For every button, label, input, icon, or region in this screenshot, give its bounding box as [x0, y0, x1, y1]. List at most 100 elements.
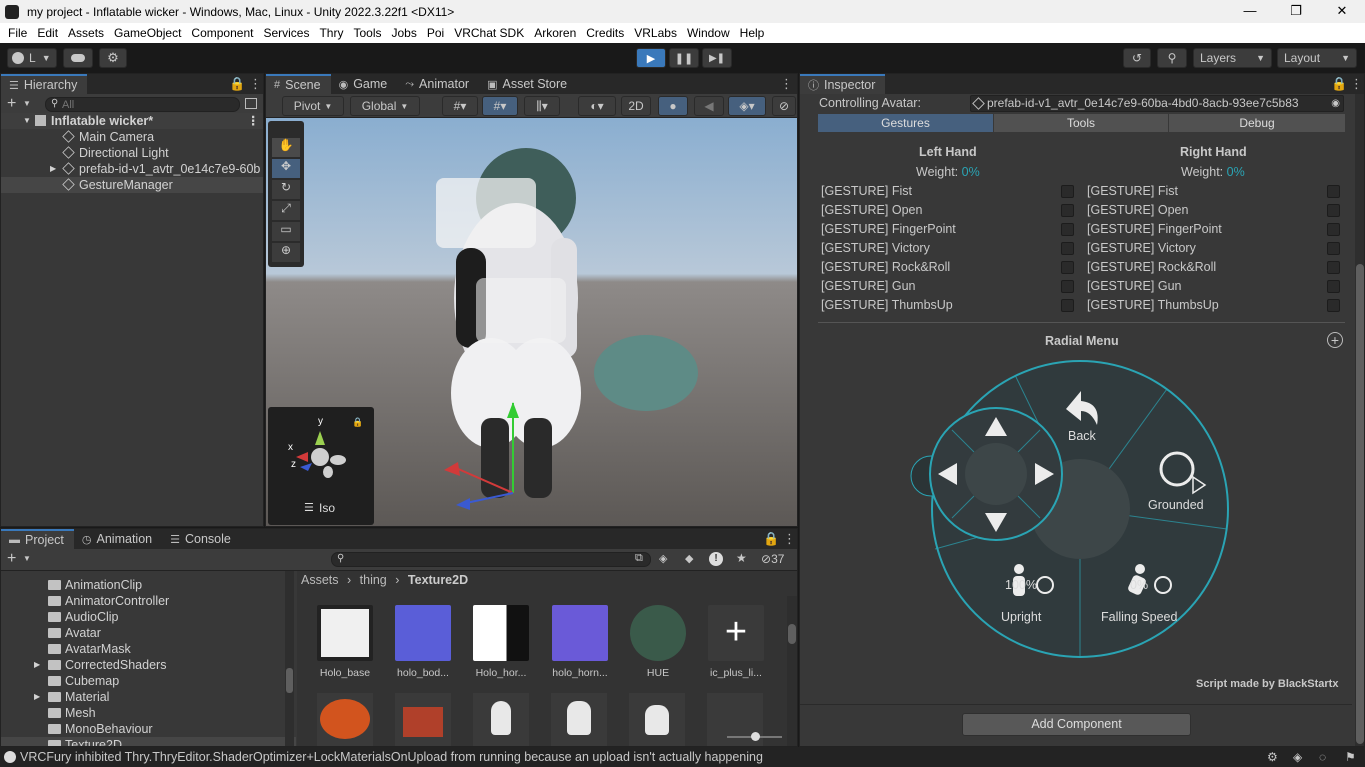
increment-snap-button[interactable]: ⫼▾	[524, 96, 560, 116]
chevron-down-icon[interactable]: ▼	[23, 99, 31, 108]
menu-poi[interactable]: Poi	[422, 26, 449, 40]
left-gesture-gun-checkbox[interactable]	[1061, 280, 1074, 293]
project-search-input[interactable]: ⚲	[331, 552, 651, 567]
menu-file[interactable]: File	[3, 26, 32, 40]
kebab-menu-icon[interactable]: ⋮	[1350, 76, 1363, 92]
radial-grounded-label[interactable]: Grounded	[1148, 498, 1204, 512]
tab-scene[interactable]: # Scene	[266, 74, 331, 94]
add-icon[interactable]: +	[7, 95, 16, 113]
folder-item[interactable]: Texture2D	[1, 737, 296, 746]
rotate-tool-button[interactable]: ↻	[272, 180, 300, 199]
asset-item[interactable]	[317, 693, 373, 746]
maximize-button[interactable]: ❐	[1273, 0, 1319, 23]
shading-mode-button[interactable]: ◐▾	[578, 96, 616, 116]
right-gesture-gun-checkbox[interactable]	[1327, 280, 1340, 293]
folder-tree-scrollbar-thumb[interactable]	[286, 668, 293, 693]
hierarchy-item[interactable]: ▶ prefab-id-v1_avtr_0e14c7e9-60b	[1, 161, 263, 177]
right-gesture-thumbsup-checkbox[interactable]	[1327, 299, 1340, 312]
lock-icon[interactable]: 🔒	[763, 531, 779, 547]
tools-tab[interactable]: Tools	[994, 114, 1168, 132]
inspector-scrollbar[interactable]	[1355, 94, 1364, 746]
menu-tools[interactable]: Tools	[348, 26, 386, 40]
kebab-menu-icon[interactable]: ⋮	[247, 113, 260, 129]
menu-credits[interactable]: Credits	[581, 26, 629, 40]
rect-tool-button[interactable]: ▭	[272, 222, 300, 241]
folder-item[interactable]: AudioClip	[1, 609, 296, 625]
tab-animator[interactable]: ⤳ Animator	[397, 74, 479, 94]
asset-item[interactable]: Holo_hor...	[471, 605, 531, 679]
add-component-button[interactable]: Add Component	[962, 713, 1191, 736]
hierarchy-item[interactable]: Main Camera	[1, 129, 263, 145]
thumbnail-size-slider[interactable]	[727, 732, 782, 741]
kebab-menu-icon[interactable]: ⋮	[249, 76, 262, 92]
folder-item[interactable]: ▶ Material	[1, 689, 296, 705]
right-gesture-fist-checkbox[interactable]	[1327, 185, 1340, 198]
grid-visibility-button[interactable]: #▾	[482, 96, 518, 116]
minimize-button[interactable]: —	[1227, 0, 1273, 23]
asset-item[interactable]	[473, 693, 529, 746]
account-dropdown[interactable]: L ▼	[7, 48, 57, 68]
tab-asset-store[interactable]: ▣ Asset Store	[479, 74, 577, 94]
chevron-down-icon[interactable]: ▼	[23, 554, 31, 563]
search-button[interactable]: ⚲	[1157, 48, 1187, 68]
left-gesture-open-checkbox[interactable]	[1061, 204, 1074, 217]
move-tool-button[interactable]: ✥	[272, 159, 300, 178]
folder-item[interactable]: AnimatorController	[1, 593, 296, 609]
hierarchy-item[interactable]: Directional Light	[1, 145, 263, 161]
kebab-menu-icon[interactable]: ⋮	[780, 76, 793, 92]
asset-item[interactable]: holo_horn...	[550, 605, 610, 679]
left-gesture-victory-checkbox[interactable]	[1061, 242, 1074, 255]
transform-tool-button[interactable]: ⊕	[272, 243, 300, 262]
layout-dropdown[interactable]: Layout ▼	[1277, 48, 1357, 68]
collab-button[interactable]: ⚙	[99, 48, 127, 68]
hidden-count[interactable]: ⊘37	[761, 552, 784, 566]
hierarchy-scene-row[interactable]: ▼ Inflatable wicker* ⋮	[1, 113, 263, 129]
hierarchy-search-input[interactable]	[45, 97, 240, 112]
tab-inspector[interactable]: ⓘ Inspector	[800, 74, 886, 94]
hand-tool-button[interactable]: ✋	[272, 138, 300, 157]
pause-button[interactable]: ❚❚	[669, 48, 699, 68]
status-message[interactable]: VRCFury inhibited Thry.ThryEditor.Shader…	[20, 750, 763, 764]
breadcrumb-texture2d[interactable]: Texture2D	[408, 573, 468, 587]
asset-item[interactable]: Holo_base	[315, 605, 375, 679]
menu-jobs[interactable]: Jobs	[386, 26, 421, 40]
folder-item[interactable]: Mesh	[1, 705, 296, 721]
effects-toggle[interactable]: ◈▾	[728, 96, 766, 116]
menu-thry[interactable]: Thry	[314, 26, 348, 40]
right-gesture-fingerpoint-checkbox[interactable]	[1327, 223, 1340, 236]
layers-dropdown[interactable]: Layers ▼	[1193, 48, 1272, 68]
play-button[interactable]: ▶	[636, 48, 666, 68]
thumbnail-size-knob[interactable]	[751, 732, 760, 741]
menu-vrlabs[interactable]: VRLabs	[629, 26, 682, 40]
kebab-menu-icon[interactable]: ⋮	[783, 531, 796, 547]
grid-snap-button[interactable]: #▾	[442, 96, 478, 116]
folder-tree-scrollbar[interactable]	[285, 571, 294, 746]
history-button[interactable]: ↺	[1123, 48, 1151, 68]
tab-game[interactable]: ◉ Game	[331, 74, 398, 94]
asset-item[interactable]	[395, 693, 451, 746]
right-gesture-open-checkbox[interactable]	[1327, 204, 1340, 217]
menu-help[interactable]: Help	[735, 26, 770, 40]
warning-icon[interactable]: !	[709, 552, 723, 566]
add-icon[interactable]: +	[7, 550, 16, 568]
step-button[interactable]: ▶❚	[702, 48, 732, 68]
add-circle-icon[interactable]: +	[1327, 332, 1343, 348]
lighting-toggle[interactable]: ●	[658, 96, 688, 116]
asset-scrollbar-thumb[interactable]	[788, 624, 796, 644]
pivot-dropdown[interactable]: Pivot ▼	[282, 96, 344, 116]
search-filter-icon[interactable]: ⧉	[635, 552, 643, 565]
debug-icon[interactable]: ⚙	[1267, 747, 1278, 767]
menu-vrchat-sdk[interactable]: VRChat SDK	[449, 26, 529, 40]
type-filter-icon[interactable]: ◈	[659, 552, 667, 565]
menu-window[interactable]: Window	[682, 26, 735, 40]
progress-icon[interactable]: ◌	[1319, 747, 1326, 767]
folder-item[interactable]: MonoBehaviour	[1, 721, 296, 737]
close-button[interactable]: ✕	[1319, 0, 1365, 23]
asset-item[interactable]: HUE	[628, 605, 688, 679]
asset-item[interactable]	[629, 693, 685, 746]
asset-item[interactable]	[551, 693, 607, 746]
orientation-gizmo[interactable]: 🔒 y x z ☰ Iso	[268, 407, 374, 525]
scene-viewport[interactable]: ✋ ✥ ↻ ⤢ ▭ ⊕ 🔒 y x z ☰ Iso	[266, 118, 797, 526]
menu-component[interactable]: Component	[186, 26, 258, 40]
right-gesture-rockroll-checkbox[interactable]	[1327, 261, 1340, 274]
